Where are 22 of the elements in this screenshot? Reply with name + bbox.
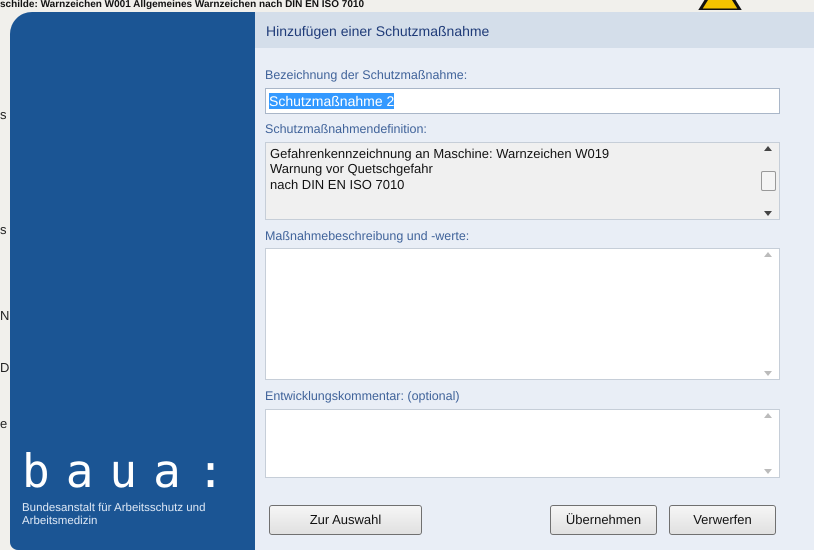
field-label: Entwicklungskommentar: (optional) xyxy=(265,388,461,406)
scroll-down-icon[interactable] xyxy=(764,210,772,216)
scroll-up-icon[interactable] xyxy=(764,146,772,150)
field-label: Schutzmaßnahmendefinition: xyxy=(265,120,428,138)
dialog-button[interactable]: Zur Auswahl xyxy=(269,505,422,535)
scrollbar-thumb[interactable] xyxy=(760,170,776,190)
background-text: D xyxy=(0,359,10,377)
text-line: Gefahrenkennzeichnung an Maschine: Warnzeichen W019 xyxy=(270,146,610,162)
field-label: Bezeichnung der Schutzmaßnahme: xyxy=(265,67,468,84)
background-text: N xyxy=(0,307,10,325)
logo-subtitle: Bundesanstalt für Arbeitsschutz und Arbeitsmedizin xyxy=(22,502,206,528)
background-heading: schilde: Warnzeichen W001 Allgemeines Warnzeichen nach DIN EN ISO 7010 xyxy=(0,0,364,11)
text-line: nach DIN EN ISO 7010 xyxy=(270,176,406,192)
background-text: e xyxy=(0,415,8,433)
text-line: Warnung vor Quetschgefahr xyxy=(270,161,434,177)
background-text: s xyxy=(0,106,6,124)
dialog-title: Hinzufügen einer Schutzmaßnahme xyxy=(255,12,814,48)
dialog-button[interactable]: Übernehmen xyxy=(550,505,657,535)
background-text: s xyxy=(0,221,6,239)
logo-text: baua: xyxy=(22,448,242,494)
dialog-button[interactable]: Verwerfen xyxy=(669,505,776,535)
field-label: Maßnahmebeschreibung und -werte: xyxy=(265,228,470,245)
